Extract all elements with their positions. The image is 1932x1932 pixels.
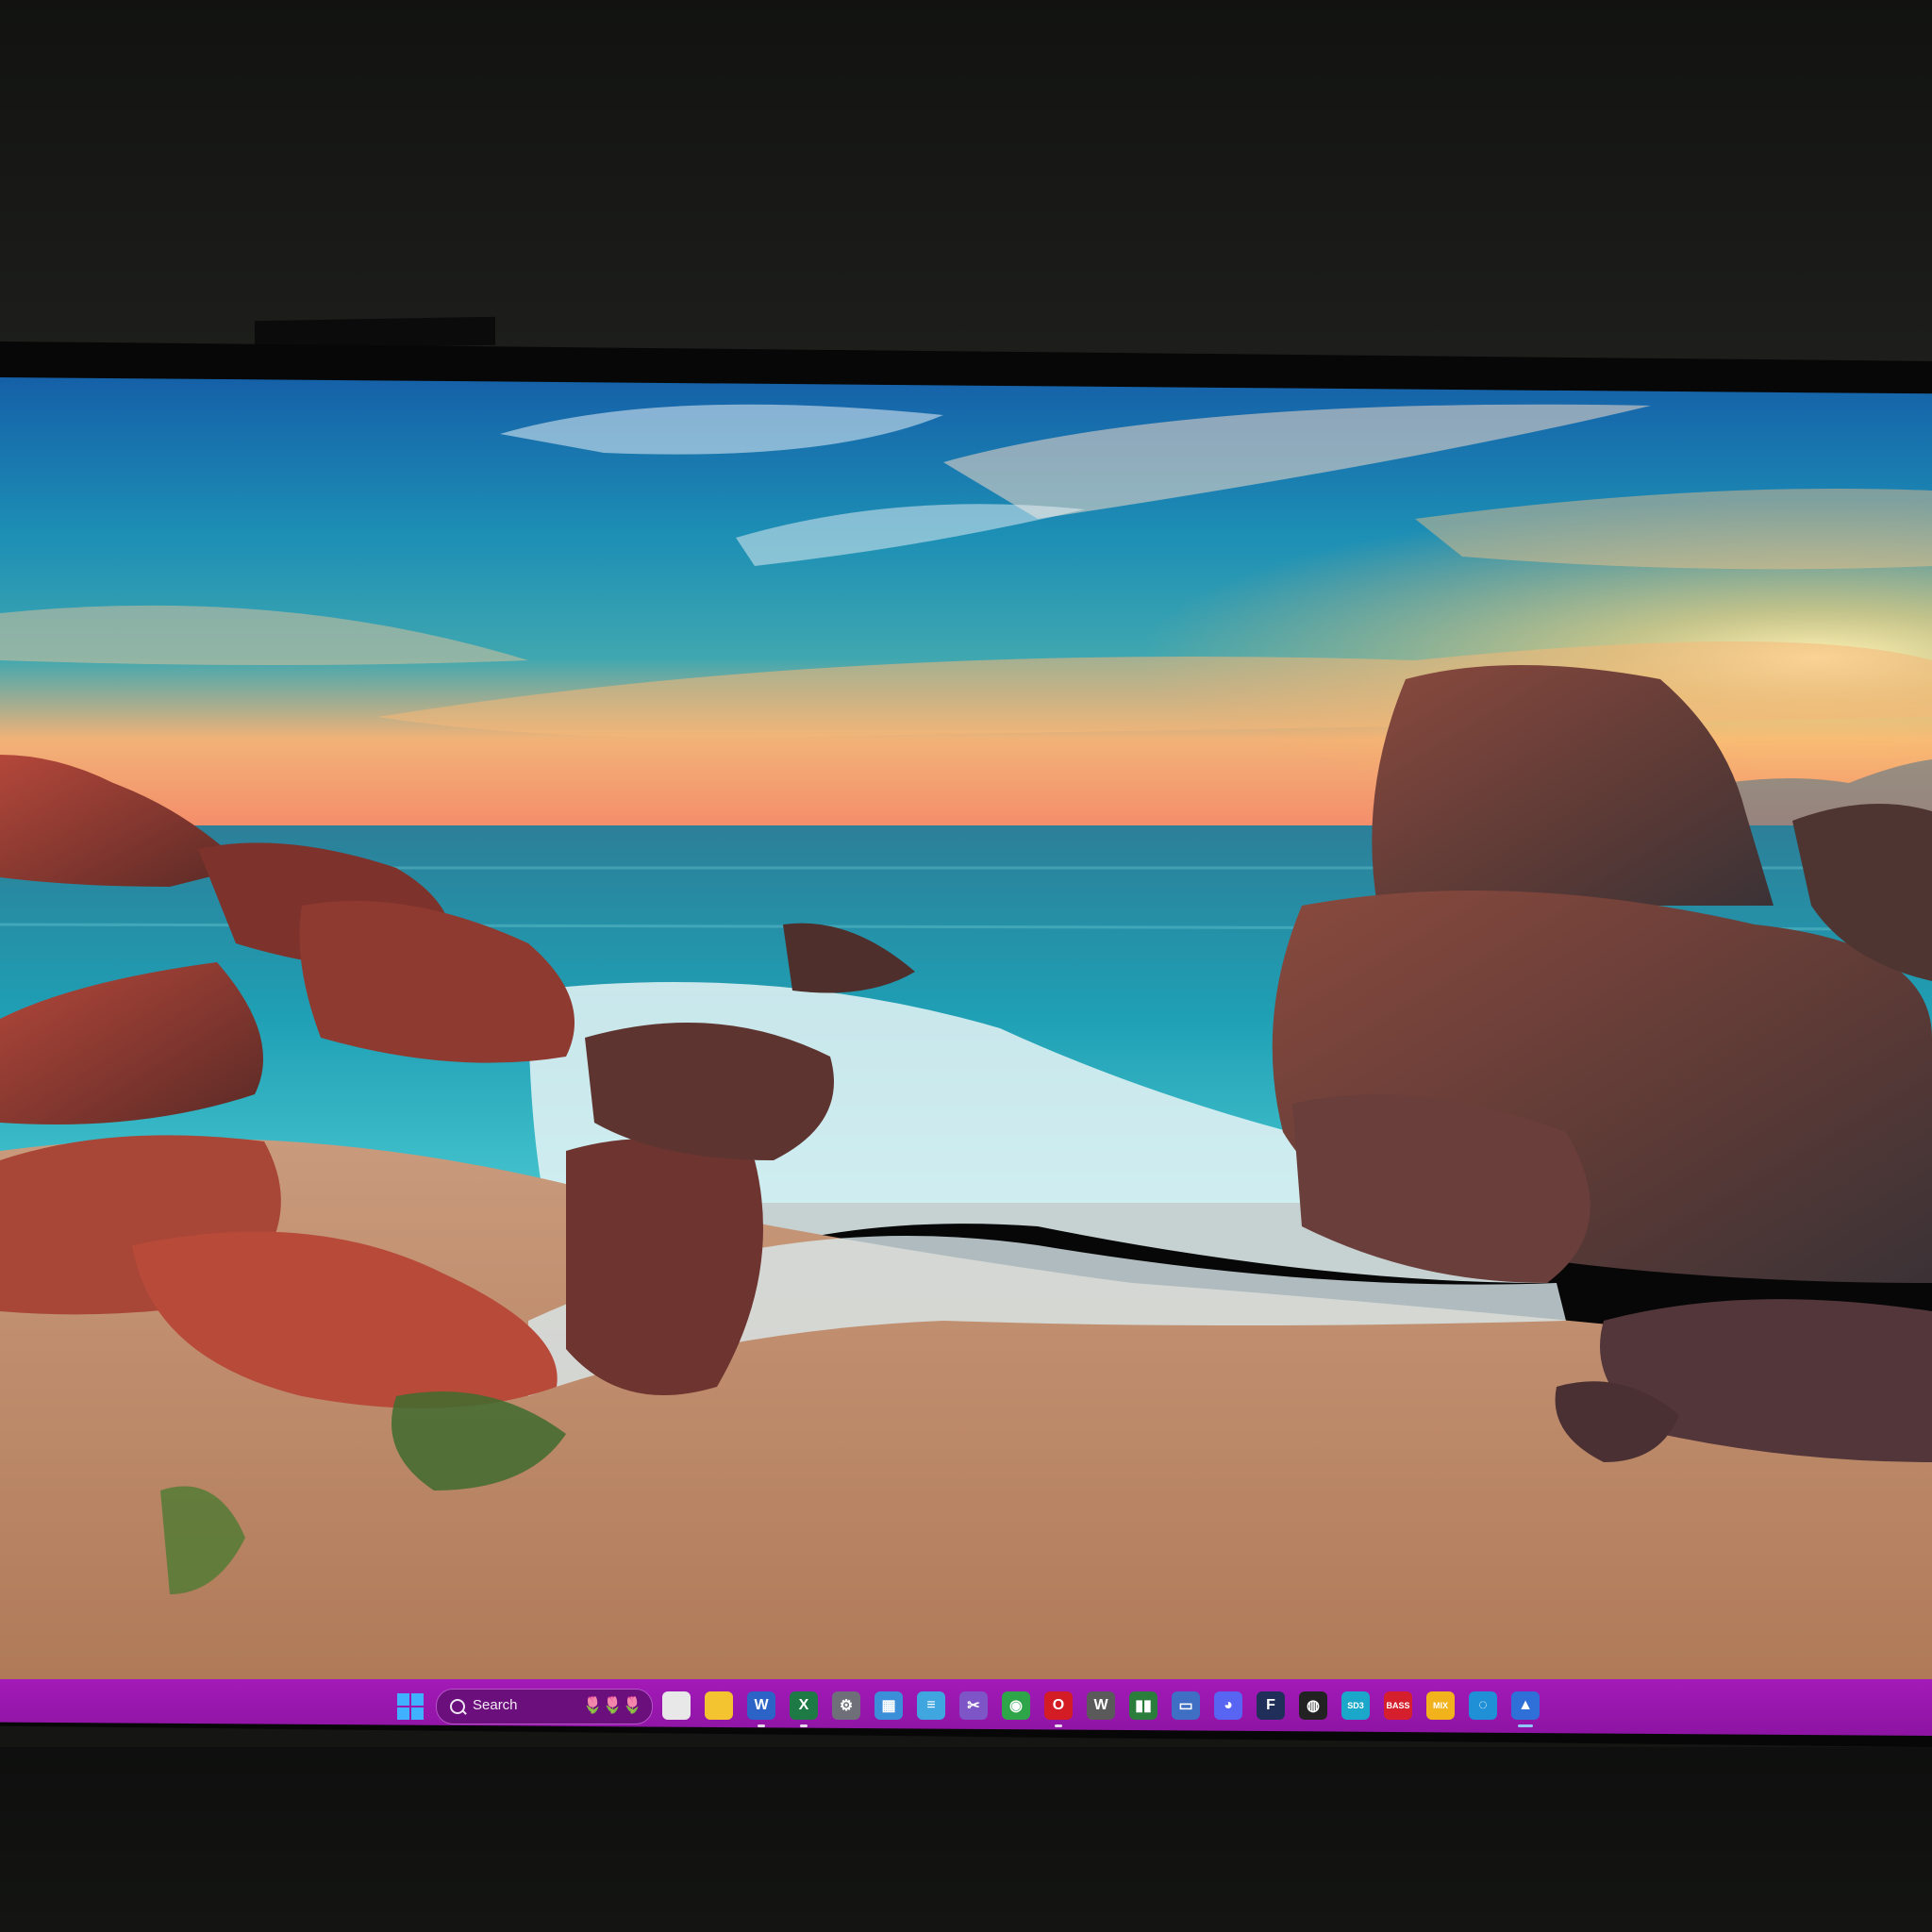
start-icon-tile — [397, 1693, 409, 1706]
start-icon-tile — [397, 1707, 409, 1720]
windows-start-button[interactable] — [397, 1693, 424, 1720]
file-manager-icon[interactable] — [662, 1691, 691, 1720]
photo-app-icon[interactable]: ▲ — [1511, 1691, 1540, 1727]
fender-icon[interactable]: F — [1257, 1691, 1285, 1720]
audio-plugin-icon[interactable]: W — [1087, 1691, 1115, 1720]
mixer-icon[interactable]: MIX — [1426, 1691, 1455, 1720]
excel-icon[interactable]: X — [790, 1691, 818, 1727]
folder-icon[interactable] — [705, 1691, 733, 1720]
calculator-icon[interactable]: ▦ — [874, 1691, 903, 1720]
monitor-mount — [255, 316, 495, 350]
bass-icon[interactable]: BASS — [1384, 1691, 1412, 1720]
start-icon-tile — [411, 1707, 424, 1720]
settings-icon[interactable]: ⚙ — [832, 1691, 860, 1720]
snipping-tool-icon[interactable]: ✂ — [959, 1691, 988, 1720]
circle-app-icon[interactable]: ◌ — [1469, 1691, 1497, 1720]
window-app-icon[interactable]: ▭ — [1172, 1691, 1200, 1720]
media-app-icon[interactable]: ▮▮ — [1129, 1691, 1158, 1720]
search-label: Search — [473, 1697, 518, 1713]
search-icon — [450, 1699, 465, 1714]
taskbar-search-box[interactable]: Search 🌷🌷🌷 — [436, 1689, 653, 1724]
monitor-screen: Search 🌷🌷🌷 W X ⚙ ▦ ≡ ✂ ◉ O W ▮▮ ▭ ◕ F ◍ SD3 BASS MIX ◌ ▲ — [0, 377, 1932, 1736]
start-icon-tile — [411, 1693, 424, 1706]
desktop-wallpaper — [0, 377, 1932, 1679]
word-icon[interactable]: W — [747, 1691, 775, 1727]
chrome-icon[interactable]: ◉ — [1002, 1691, 1030, 1720]
desk-area — [0, 1747, 1932, 1932]
dark-app-icon[interactable]: ◍ — [1299, 1691, 1327, 1720]
sd3-icon[interactable]: SD3 — [1341, 1691, 1370, 1720]
search-highlight-icon: 🌷🌷🌷 — [582, 1696, 642, 1715]
notepad-icon[interactable]: ≡ — [917, 1691, 945, 1720]
discord-icon[interactable]: ◕ — [1214, 1691, 1242, 1720]
opera-icon[interactable]: O — [1044, 1691, 1073, 1727]
